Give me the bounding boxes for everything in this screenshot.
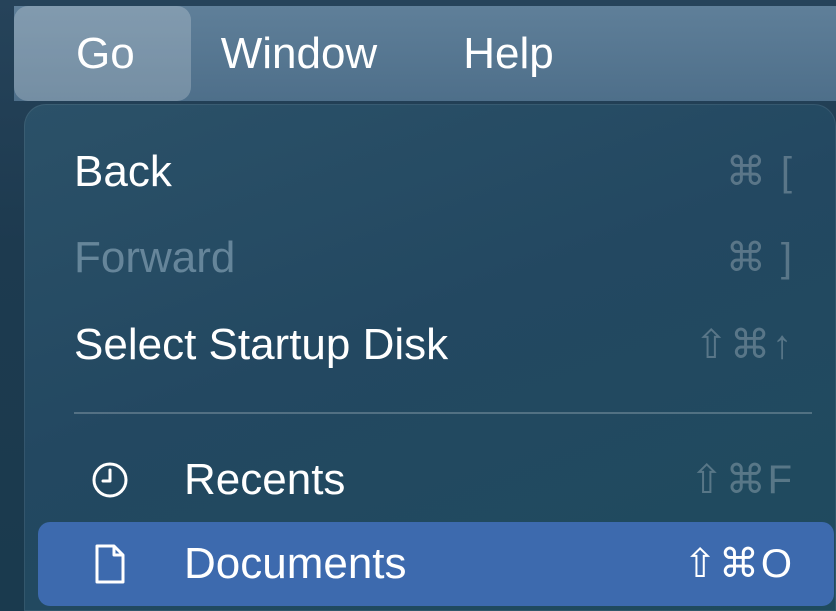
menu-bar: Go Window Help: [14, 6, 836, 101]
menu-separator: [74, 412, 812, 414]
menu-item-label: Back: [74, 147, 172, 196]
menu-item-shortcut: ⌘ ]: [725, 236, 794, 280]
menu-item-label: Select Startup Disk: [74, 320, 449, 369]
menu-item-forward: Forward ⌘ ]: [38, 216, 834, 300]
menu-window[interactable]: Window: [221, 6, 378, 101]
menu-item-label: Forward: [74, 233, 236, 282]
menu-item-shortcut: ⇧⌘O: [683, 542, 794, 586]
screen: Go Window Help Back ⌘ [ Forward ⌘ ] Sele…: [0, 0, 836, 611]
menu-item-documents[interactable]: Documents ⇧⌘O: [38, 522, 834, 606]
menu-help[interactable]: Help: [463, 6, 554, 101]
clock-icon: [90, 460, 130, 500]
menu-item-shortcut: ⇧⌘↑: [694, 323, 794, 367]
go-menu-dropdown: Back ⌘ [ Forward ⌘ ] Select Startup Disk…: [24, 104, 836, 611]
document-icon: [90, 544, 130, 584]
menu-item-shortcut: ⇧⌘F: [690, 458, 794, 502]
menu-item-recents[interactable]: Recents ⇧⌘F: [38, 438, 834, 522]
menu-item-label: Documents: [184, 539, 407, 588]
menu-item-label: Recents: [184, 455, 346, 504]
menu-item-back[interactable]: Back ⌘ [: [38, 130, 834, 214]
menu-item-shortcut: ⌘ [: [725, 150, 794, 194]
menu-item-select-startup-disk[interactable]: Select Startup Disk ⇧⌘↑: [38, 303, 834, 387]
menu-go[interactable]: Go: [14, 6, 191, 101]
